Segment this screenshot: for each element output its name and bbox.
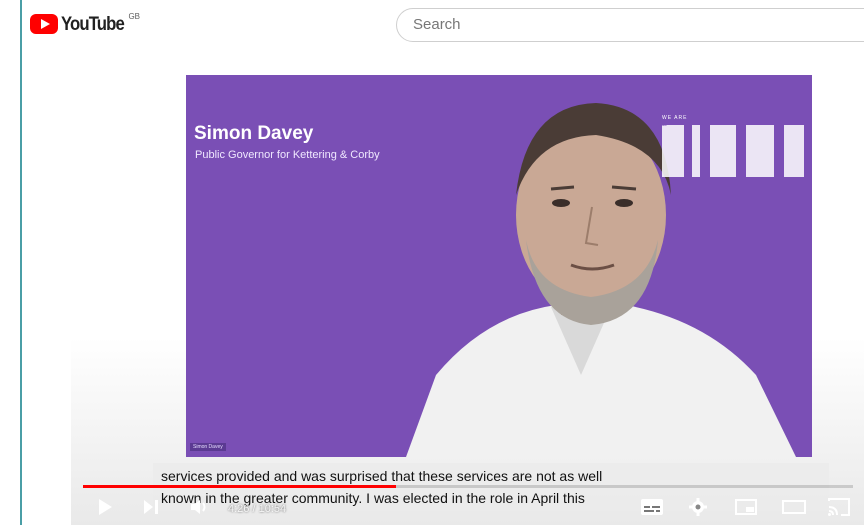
theater-icon[interactable]	[781, 497, 807, 517]
search-input[interactable]: Search	[396, 8, 864, 42]
youtube-play-logo-icon	[30, 14, 58, 34]
miniplayer-icon[interactable]	[734, 497, 758, 517]
region-code: GB	[128, 12, 141, 21]
progress-bar[interactable]	[83, 485, 853, 488]
volume-icon[interactable]	[189, 497, 209, 517]
settings-icon[interactable]	[688, 497, 708, 517]
cast-icon[interactable]	[827, 497, 851, 517]
page: YouTube GB Search Simon Davey Public Gov…	[0, 0, 864, 525]
play-icon[interactable]	[95, 497, 115, 517]
logo-text: YouTube	[61, 14, 125, 35]
lower-third-name: Simon Davey	[190, 443, 226, 451]
left-border	[20, 0, 22, 525]
slide-name: Simon Davey	[194, 123, 314, 144]
search-placeholder: Search	[413, 16, 461, 33]
progress-played	[83, 485, 397, 488]
video-frame[interactable]: Simon Davey Public Governor for Ketterin…	[186, 75, 812, 457]
player-controls: 4:26 / 10:54	[71, 490, 864, 525]
nhft-logo: NHFT	[662, 125, 812, 177]
brand-wordmark: NHFT	[662, 125, 668, 127]
time-display: 4:26 / 10:54	[228, 503, 287, 515]
next-icon[interactable]	[141, 497, 161, 517]
caption-line-1: services provided and was surprised that…	[161, 468, 603, 484]
brand-tagline: WE ARE	[662, 115, 688, 121]
slide-role: Public Governor for Kettering & Corby	[195, 149, 380, 161]
subtitles-icon[interactable]	[640, 497, 664, 517]
youtube-logo[interactable]: YouTube GB	[30, 12, 141, 36]
video-player[interactable]: Simon Davey Public Governor for Ketterin…	[71, 58, 864, 525]
